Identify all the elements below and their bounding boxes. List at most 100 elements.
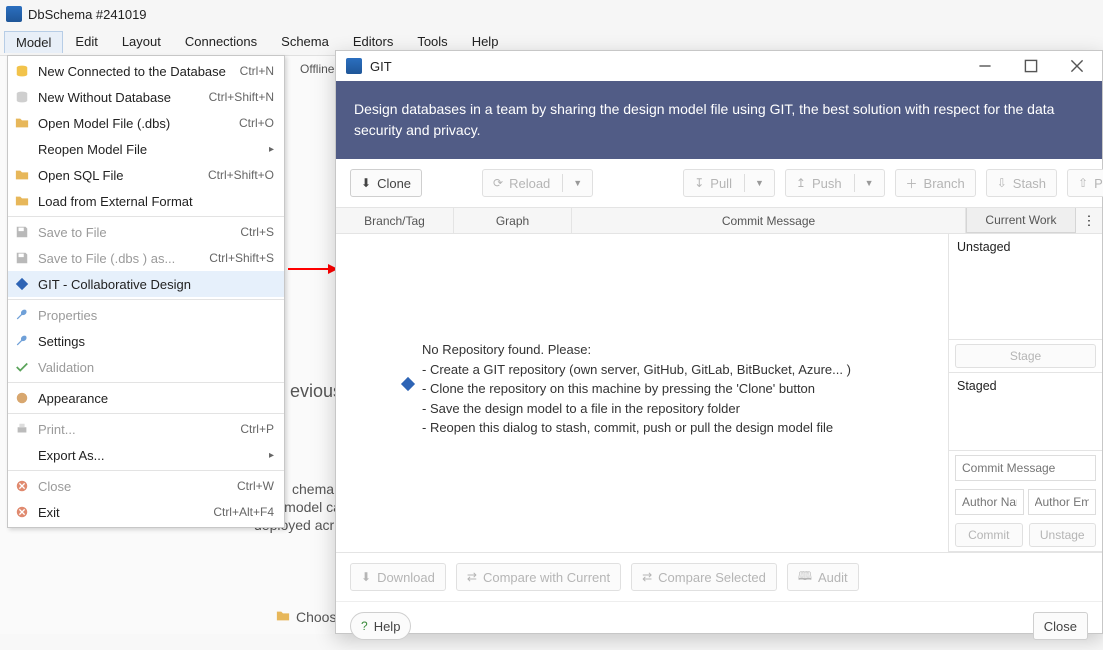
git-title-bar: GIT	[336, 51, 1102, 81]
compare-selected-label: Compare Selected	[658, 570, 766, 585]
reload-icon: ⟳	[493, 176, 503, 190]
menu-item-shortcut: Ctrl+Shift+N	[209, 90, 274, 104]
compare-selected-button[interactable]: ⇄Compare Selected	[631, 563, 777, 591]
menu-item-label: Open SQL File	[38, 168, 200, 183]
maximize-button[interactable]	[1008, 51, 1054, 81]
save-icon	[14, 224, 30, 240]
wrench-icon	[14, 307, 30, 323]
menu-item-shortcut: Ctrl+P	[240, 422, 274, 436]
minimize-button[interactable]	[962, 51, 1008, 81]
git-history-area: No Repository found. Please: - Create a …	[336, 208, 948, 552]
title-bar: DbSchema #241019	[0, 0, 1103, 28]
menu-item-shortcut: Ctrl+O	[239, 116, 274, 130]
model-menu-item[interactable]: Appearance	[8, 385, 284, 411]
branch-button[interactable]: ＋Branch	[895, 169, 976, 197]
app-title: DbSchema #241019	[28, 7, 147, 22]
menu-item-label: Load from External Format	[38, 194, 274, 209]
pull-button[interactable]: ↧Pull▼	[683, 169, 775, 197]
chevron-right-icon: ▸	[269, 144, 274, 155]
chevron-down-icon: ▼	[573, 178, 582, 188]
clone-button[interactable]: ⬇Clone	[350, 169, 422, 197]
model-menu-item[interactable]: ExitCtrl+Alt+F4	[8, 499, 284, 525]
menu-separator	[8, 382, 284, 383]
chevron-right-icon: ▸	[269, 450, 274, 461]
empty-l2: - Create a GIT repository (own server, G…	[422, 360, 851, 380]
model-menu-item[interactable]: Save to FileCtrl+S	[8, 219, 284, 245]
model-menu-item[interactable]: Settings	[8, 328, 284, 354]
menu-separator	[8, 299, 284, 300]
model-menu-item[interactable]: New Without DatabaseCtrl+Shift+N	[8, 84, 284, 110]
author-email-input[interactable]	[1028, 489, 1097, 515]
menu-model[interactable]: Model	[4, 31, 63, 53]
compare-icon: ⇄	[467, 570, 477, 584]
model-menu-popup: New Connected to the DatabaseCtrl+NNew W…	[7, 55, 285, 528]
pop-button[interactable]: ⇧Pop	[1067, 169, 1103, 197]
reload-button[interactable]: ⟳ Reload ▼	[482, 169, 593, 197]
compare-current-button[interactable]: ⇄Compare with Current	[456, 563, 621, 591]
folder-icon	[276, 609, 290, 626]
model-menu-item[interactable]: Validation	[8, 354, 284, 380]
empty-l4: - Save the design model to a file in the…	[422, 399, 851, 419]
download-button[interactable]: ⬇Download	[350, 563, 446, 591]
model-menu-item[interactable]: Reopen Model File▸	[8, 136, 284, 162]
close-r-icon	[14, 478, 30, 494]
menu-item-shortcut: Ctrl+S	[240, 225, 274, 239]
menu-item-label: GIT - Collaborative Design	[38, 277, 274, 292]
header-menu-button[interactable]: ⋮	[1076, 208, 1102, 233]
menu-item-label: Properties	[38, 308, 274, 323]
current-work-panel: Unstaged Stage Staged Commit Unstage	[948, 208, 1102, 552]
model-menu-item[interactable]: Open Model File (.dbs)Ctrl+O	[8, 110, 284, 136]
model-menu-item[interactable]: Properties	[8, 302, 284, 328]
model-menu-item[interactable]: Load from External Format	[8, 188, 284, 214]
stash-label: Stash	[1013, 176, 1046, 191]
unstaged-box: Unstaged	[949, 234, 1102, 340]
model-menu-item[interactable]: New Connected to the DatabaseCtrl+N	[8, 58, 284, 84]
check-icon	[14, 359, 30, 375]
plus-icon: ＋	[906, 175, 918, 192]
commit-message-input[interactable]	[955, 455, 1096, 481]
stage-button[interactable]: Stage	[955, 344, 1096, 368]
author-name-input[interactable]	[955, 489, 1024, 515]
chevron-down-icon: ▼	[755, 178, 764, 188]
menu-connections[interactable]: Connections	[173, 30, 269, 53]
db-grey-icon	[14, 89, 30, 105]
git-body: Branch/Tag Graph Commit Message Current …	[336, 207, 1102, 552]
palette-icon	[14, 390, 30, 406]
stash-button[interactable]: ⇩Stash	[986, 169, 1057, 197]
print-icon	[14, 421, 30, 437]
blank-icon	[14, 447, 30, 463]
audit-icon: 🕮	[798, 567, 812, 588]
chevron-down-icon: ▼	[865, 178, 874, 188]
close-button[interactable]: Close	[1033, 612, 1088, 640]
header-branch-tag[interactable]: Branch/Tag	[336, 208, 454, 233]
model-menu-item[interactable]: Open SQL FileCtrl+Shift+O	[8, 162, 284, 188]
menu-layout[interactable]: Layout	[110, 30, 173, 53]
close-window-button[interactable]	[1054, 51, 1100, 81]
download-label: Download	[377, 570, 435, 585]
menu-item-shortcut: Ctrl+W	[237, 479, 274, 493]
commit-button[interactable]: Commit	[955, 523, 1023, 547]
model-menu-item[interactable]: CloseCtrl+W	[8, 473, 284, 499]
push-button[interactable]: ↥Push▼	[785, 169, 885, 197]
reload-label: Reload	[509, 176, 550, 191]
pop-icon: ⇧	[1078, 176, 1088, 190]
menu-item-shortcut: Ctrl+Shift+S	[209, 251, 274, 265]
model-menu-item[interactable]: Export As...▸	[8, 442, 284, 468]
bg-choos: Choos	[296, 609, 336, 625]
help-button[interactable]: ?Help	[350, 612, 411, 640]
menu-edit[interactable]: Edit	[63, 30, 109, 53]
model-menu-item[interactable]: GIT - Collaborative Design	[8, 271, 284, 297]
git-dialog-title: GIT	[370, 59, 954, 74]
header-current-work[interactable]: Current Work	[966, 208, 1076, 233]
header-graph[interactable]: Graph	[454, 208, 572, 233]
pull-icon: ↧	[694, 176, 704, 190]
model-menu-item[interactable]: Save to File (.dbs ) as...Ctrl+Shift+S	[8, 245, 284, 271]
git-column-headers: Branch/Tag Graph Commit Message Current …	[336, 208, 1102, 234]
header-commit-message[interactable]: Commit Message	[572, 208, 966, 233]
git-dialog: GIT Design databases in a team by sharin…	[335, 50, 1103, 634]
menu-separator	[8, 413, 284, 414]
audit-button[interactable]: 🕮Audit	[787, 563, 859, 591]
model-menu-item[interactable]: Print...Ctrl+P	[8, 416, 284, 442]
unstage-button[interactable]: Unstage	[1029, 523, 1097, 547]
menu-schema[interactable]: Schema	[269, 30, 341, 53]
